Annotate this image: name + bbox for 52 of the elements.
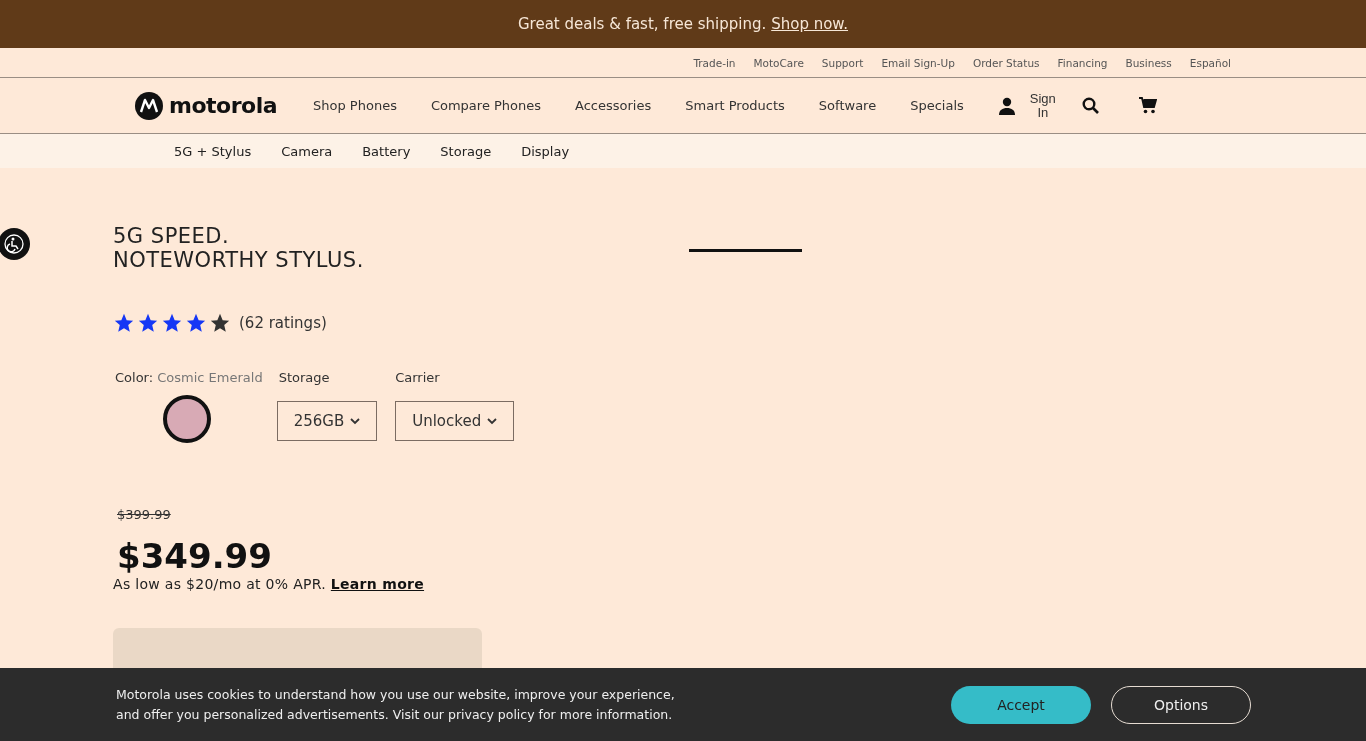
- star-icon: [209, 312, 231, 334]
- sub-nav-link[interactable]: Camera: [281, 143, 333, 159]
- sub-nav-link[interactable]: Battery: [362, 143, 411, 159]
- search-button[interactable]: [1081, 97, 1099, 114]
- nav-link[interactable]: Shop Phones: [313, 98, 397, 113]
- nav-link[interactable]: Compare Phones: [430, 98, 542, 113]
- carrier-dropdown[interactable]: Unlocked: [395, 401, 515, 441]
- utility-link[interactable]: Financing: [1057, 56, 1108, 69]
- utility-link[interactable]: Support: [821, 56, 864, 69]
- learn-more-link[interactable]: Learn more: [330, 576, 425, 592]
- cart-button[interactable]: [1138, 97, 1157, 114]
- financing-text: As low as $20/mo at 0% APR. Learn more: [113, 576, 426, 592]
- nav-link[interactable]: Specials: [910, 98, 964, 113]
- nav-link[interactable]: Accessories: [575, 98, 652, 113]
- utility-link[interactable]: MotoCare: [753, 56, 804, 69]
- color-swatch[interactable]: [163, 395, 211, 443]
- utility-link[interactable]: Email Sign-Up: [881, 56, 955, 69]
- utility-link[interactable]: Business: [1125, 56, 1172, 69]
- utility-link[interactable]: Trade-in: [693, 56, 736, 69]
- logo-icon: [135, 91, 163, 120]
- sale-price: $349.99: [116, 536, 273, 576]
- shop-now-link[interactable]: Shop now.: [771, 15, 849, 33]
- sign-in-button[interactable]: Sign In: [997, 91, 1056, 120]
- accept-button[interactable]: Accept: [951, 685, 1091, 724]
- star-icon: [161, 312, 183, 334]
- original-price: $399.99: [116, 507, 172, 522]
- sub-nav-link[interactable]: Storage: [440, 143, 492, 159]
- cookie-text: Motorola uses cookies to understand how you use our website, improve your experience, and offer you personalized advertisements. Visit our privacy policy for more information.: [116, 685, 676, 724]
- star-icon: [137, 312, 159, 334]
- search-icon: [1081, 97, 1099, 114]
- star-icon: [113, 312, 135, 334]
- accessibility-button[interactable]: [0, 228, 30, 260]
- chevron-down-icon: [487, 417, 498, 425]
- carrier-label: Carrier: [395, 370, 441, 385]
- promo-text: Great deals & fast, free shipping.: [517, 15, 767, 33]
- ratings-count: (62 ratings): [239, 314, 327, 332]
- nav-link[interactable]: Software: [818, 98, 877, 113]
- star-icon: [185, 312, 207, 334]
- utility-link[interactable]: Order Status: [972, 56, 1040, 69]
- color-label: Color: Cosmic Emerald: [114, 370, 263, 385]
- nav-link[interactable]: Smart Products: [685, 98, 785, 113]
- accessibility-icon: [4, 234, 24, 254]
- logo-text[interactable]: motorola: [169, 93, 278, 118]
- chevron-down-icon: [350, 417, 361, 425]
- cart-icon: [1138, 97, 1157, 114]
- headline: 5G SPEED. NOTEWORTHY STYLUS.: [113, 224, 364, 272]
- storage-label: Storage: [277, 370, 331, 385]
- sub-nav-link[interactable]: Display: [521, 143, 570, 159]
- user-icon: [997, 96, 1016, 115]
- sub-nav-link[interactable]: 5G + Stylus: [174, 143, 252, 159]
- utility-link[interactable]: Español: [1189, 56, 1231, 69]
- storage-dropdown[interactable]: 256GB: [276, 401, 378, 441]
